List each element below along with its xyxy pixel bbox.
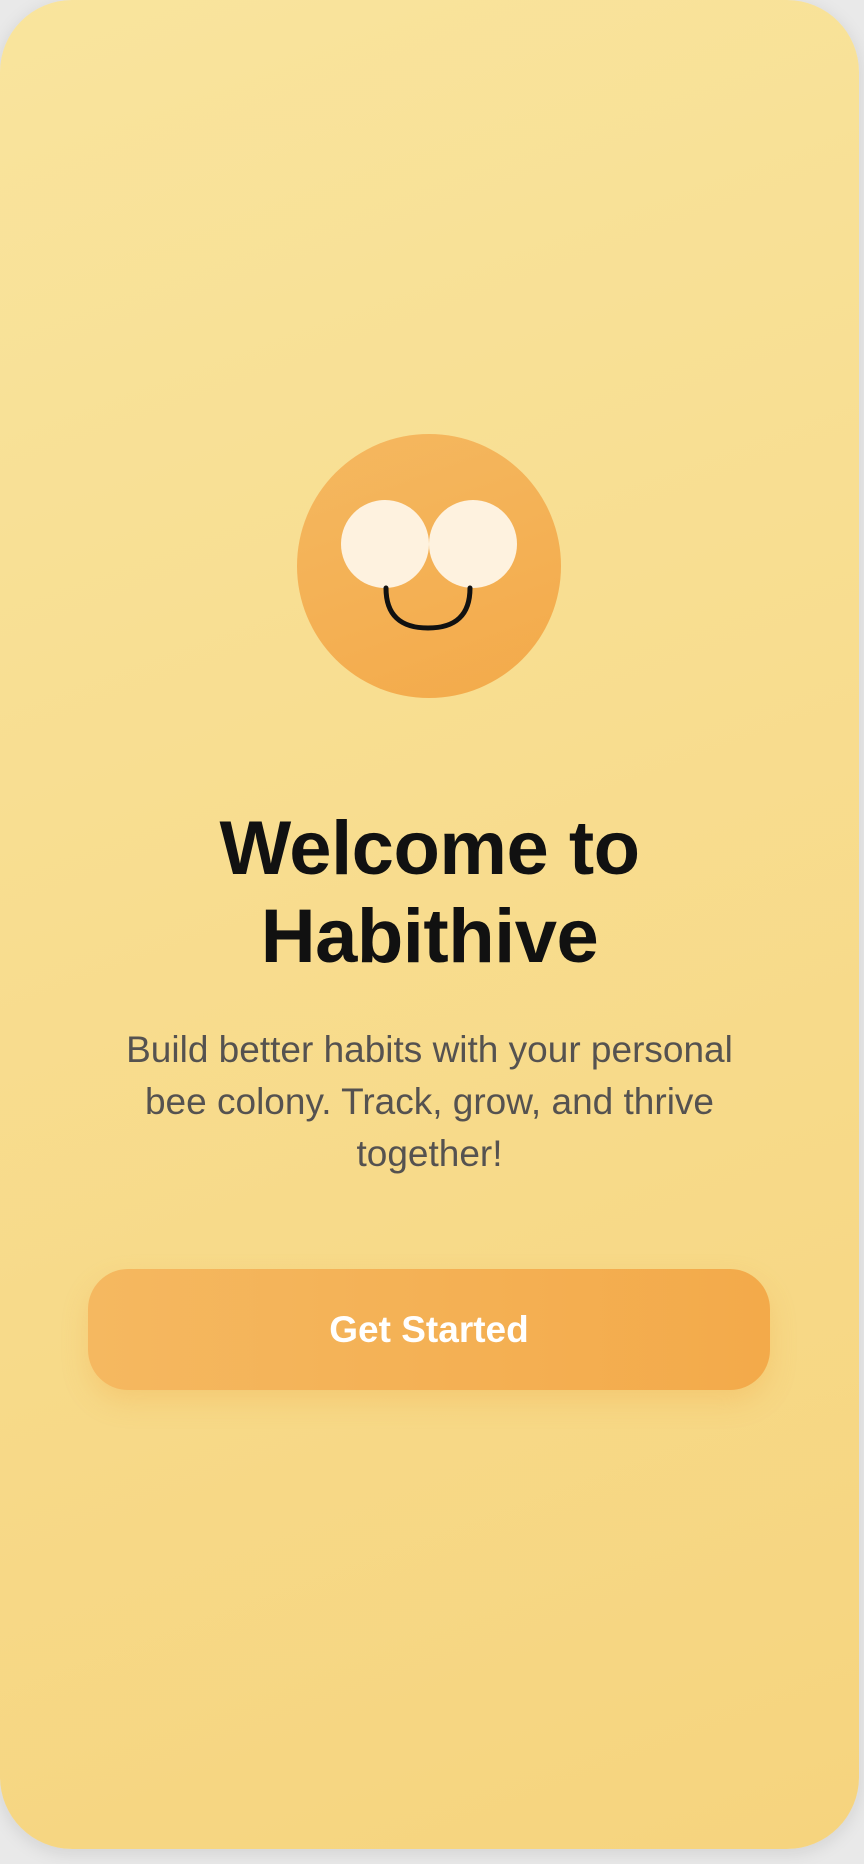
smile-icon (383, 585, 473, 631)
right-eye-icon (429, 500, 517, 588)
title-line-1: Welcome to (219, 806, 640, 891)
left-eye-icon (341, 500, 429, 588)
bee-face-icon (297, 434, 561, 698)
welcome-screen: Welcome to Habithive Build better habits… (0, 0, 859, 1849)
app-screen: Welcome to Habithive Build better habits… (0, 0, 859, 1849)
page-title: Welcome to Habithive (0, 805, 859, 981)
welcome-subtitle: Build better habits with your personal b… (126, 1029, 733, 1174)
title-line-2: Habithive (260, 894, 599, 979)
get-started-button[interactable]: Get Started (88, 1269, 770, 1390)
